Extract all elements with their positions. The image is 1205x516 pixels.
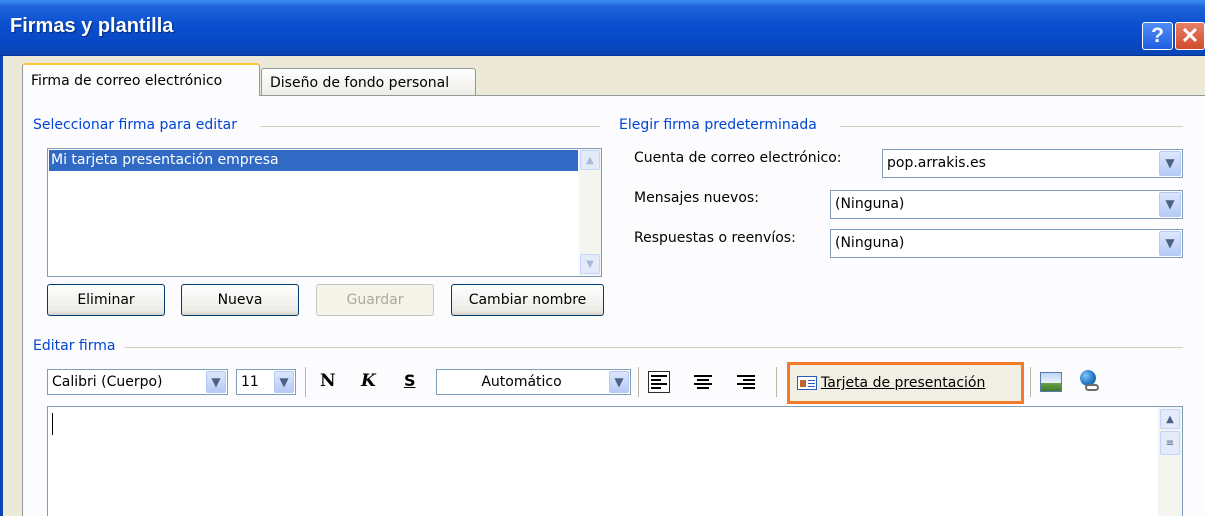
toolbar-separator	[776, 367, 777, 397]
new-messages-label: Mensajes nuevos:	[634, 190, 759, 206]
signature-editor[interactable]: ▲ ≡	[47, 406, 1183, 516]
new-messages-select[interactable]: (Ninguna) ▼	[830, 190, 1183, 219]
tab-label: Diseño de fondo personal	[270, 74, 450, 91]
tab-label: Firma de correo electrónico	[31, 72, 223, 89]
bold-button[interactable]: N	[320, 371, 336, 391]
insert-picture-icon[interactable]	[1040, 372, 1062, 392]
hyperlink-icon[interactable]	[1077, 370, 1101, 394]
color-value: Automático	[481, 374, 562, 390]
replies-select[interactable]: (Ninguna) ▼	[830, 229, 1183, 258]
chevron-down-icon[interactable]: ▼	[206, 371, 226, 393]
align-center-icon[interactable]	[692, 371, 714, 393]
font-select[interactable]: Calibri (Cuerpo) ▼	[47, 369, 228, 395]
new-messages-value: (Ninguna)	[835, 196, 905, 212]
replies-label: Respuestas o reenvíos:	[634, 230, 796, 246]
editor-scrollbar[interactable]: ▲ ≡	[1158, 407, 1182, 516]
title-bar: Firmas y plantilla ? ✕	[0, 0, 1205, 56]
group-divider	[840, 126, 1183, 127]
italic-button[interactable]: K	[361, 371, 376, 391]
chevron-down-icon[interactable]: ▼	[1159, 231, 1181, 256]
business-card-button[interactable]: Tarjeta de presentación	[787, 362, 1024, 404]
group-divider	[124, 347, 1183, 348]
rename-button[interactable]: Cambiar nombre	[451, 284, 604, 316]
tab-email-signature[interactable]: Firma de correo electrónico	[22, 63, 260, 96]
account-label: Cuenta de correo electrónico:	[634, 150, 842, 166]
account-select[interactable]: pop.arrakis.es ▼	[882, 149, 1183, 178]
scroll-down-icon[interactable]: ▼	[580, 254, 600, 274]
tab-personal-stationery[interactable]: Diseño de fondo personal	[261, 68, 476, 96]
select-signature-label: Seleccionar firma para editar	[33, 117, 243, 133]
text-caret	[52, 413, 53, 435]
list-scrollbar[interactable]: ▲ ▼	[579, 149, 601, 276]
underline-button[interactable]: S	[404, 371, 416, 390]
align-right-icon[interactable]	[733, 371, 755, 393]
replies-value: (Ninguna)	[835, 235, 905, 251]
business-card-icon	[797, 376, 817, 390]
help-button[interactable]: ?	[1142, 22, 1173, 50]
close-button[interactable]: ✕	[1175, 22, 1205, 50]
toolbar-separator	[1030, 367, 1031, 397]
toolbar-separator	[305, 367, 306, 397]
account-value: pop.arrakis.es	[887, 155, 986, 171]
window-title: Firmas y plantilla	[10, 15, 174, 37]
edit-signature-label: Editar firma	[33, 338, 122, 354]
scroll-up-icon[interactable]: ▲	[1160, 409, 1180, 429]
color-select[interactable]: Automático ▼	[436, 369, 631, 395]
save-button[interactable]: Guardar	[316, 284, 434, 316]
chevron-down-icon[interactable]: ▼	[1159, 151, 1181, 176]
scroll-up-icon[interactable]: ▲	[580, 150, 600, 170]
business-card-label: Tarjeta de presentación	[821, 375, 986, 391]
font-size-select[interactable]: 11 ▼	[236, 369, 296, 395]
list-item[interactable]: Mi tarjeta presentación empresa	[49, 150, 578, 171]
font-value: Calibri (Cuerpo)	[52, 374, 163, 390]
chevron-down-icon[interactable]: ▼	[1159, 192, 1181, 217]
scroll-thumb[interactable]: ≡	[1160, 431, 1180, 455]
align-left-icon[interactable]	[648, 371, 670, 393]
delete-button[interactable]: Eliminar	[47, 284, 165, 316]
group-divider	[260, 126, 600, 127]
chevron-down-icon[interactable]: ▼	[609, 371, 629, 393]
font-size-value: 11	[241, 374, 259, 390]
new-button[interactable]: Nueva	[181, 284, 299, 316]
signature-list[interactable]: Mi tarjeta presentación empresa ▲ ▼	[47, 148, 602, 277]
default-signature-label: Elegir firma predeterminada	[619, 117, 823, 133]
chevron-down-icon[interactable]: ▼	[274, 371, 294, 393]
toolbar-separator	[638, 367, 639, 397]
